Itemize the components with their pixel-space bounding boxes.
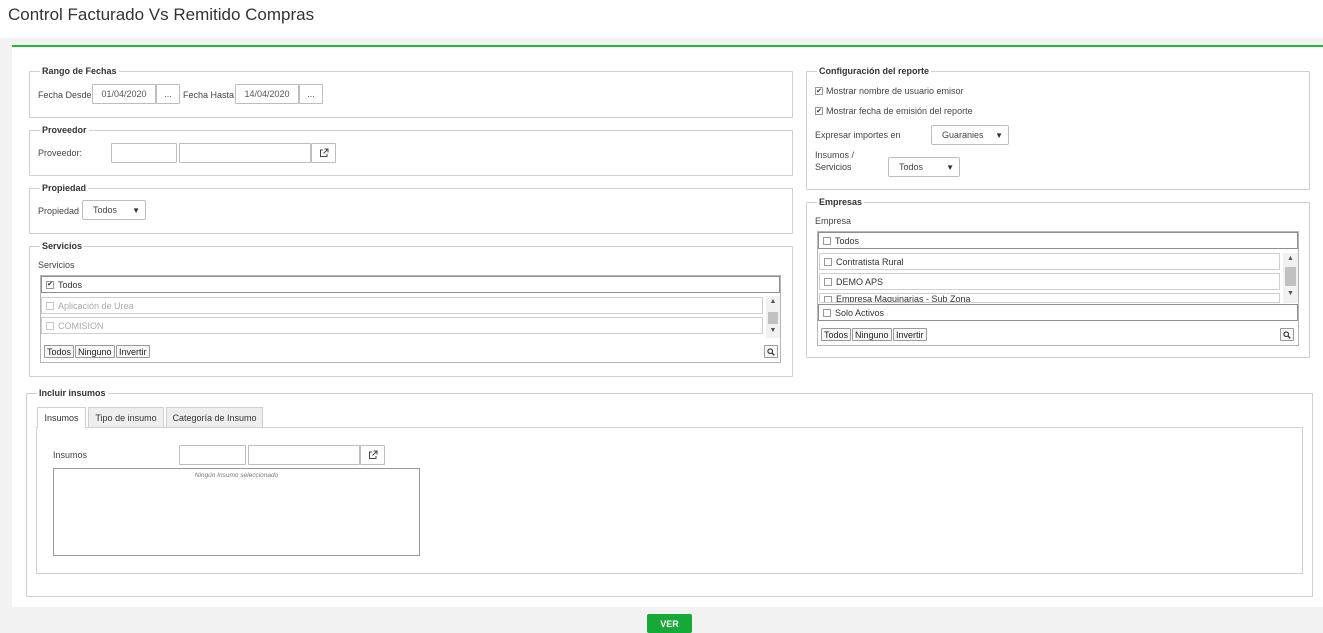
list-item-checkbox[interactable] [46, 301, 54, 310]
fecha-hasta-input[interactable] [235, 84, 299, 104]
servicios-ninguno-button[interactable]: Ninguno [75, 345, 115, 358]
empresas-ninguno-button[interactable]: Ninguno [852, 328, 892, 341]
show-date-option[interactable]: ✔ Mostrar fecha de emisión del reporte [815, 106, 973, 116]
search-icon [1283, 330, 1291, 339]
servicios-invertir-button[interactable]: Invertir [116, 345, 150, 358]
propiedad-label: Propiedad [38, 206, 80, 216]
config-legend: Configuración del reporte [819, 66, 930, 76]
proveedor-name-input[interactable] [179, 143, 311, 163]
list-item[interactable]: Aplicación de Urea [41, 297, 763, 314]
tab-tipo-de-insumo[interactable]: Tipo de insumo [88, 407, 164, 427]
insumos-servicios-select-value: Todos [899, 162, 924, 172]
external-link-icon [368, 450, 377, 459]
empresas-select-all-label: Todos [835, 235, 860, 246]
show-date-checkbox[interactable]: ✔ [815, 107, 823, 115]
proveedor-lookup-button[interactable] [311, 143, 336, 163]
servicios-search-button[interactable] [764, 345, 778, 358]
solo-activos-label: Solo Activos [835, 307, 885, 318]
caret-down-icon: ▼ [132, 205, 140, 215]
empresas-select-all-checkbox[interactable] [823, 236, 831, 245]
caret-down-icon: ▼ [946, 162, 954, 172]
insumo-name-input[interactable] [248, 445, 360, 465]
ver-button[interactable]: VER [647, 614, 692, 633]
fecha-hasta-picker-button[interactable]: ... [299, 84, 323, 104]
servicios-legend: Servicios [42, 241, 83, 251]
empresas-legend: Empresas [819, 197, 863, 207]
proveedor-label: Proveedor: [38, 148, 83, 158]
solo-activos-checkbox[interactable] [823, 308, 831, 317]
servicios-scrollbar[interactable]: ▲ ▼ [766, 296, 780, 338]
tab-categoria-de-insumo[interactable]: Categoría de Insumo [166, 407, 263, 427]
search-icon [767, 347, 775, 356]
empresas-select-all-row[interactable]: Todos [818, 232, 1298, 249]
insumo-lookup-button[interactable] [360, 445, 385, 465]
fecha-hasta-label: Fecha Hasta [183, 90, 235, 100]
propiedad-select-value: Todos [93, 205, 118, 215]
propiedad-legend: Propiedad [42, 183, 87, 193]
list-item-label: DEMO APS [836, 276, 884, 287]
empresas-invertir-button[interactable]: Invertir [893, 328, 927, 341]
list-item-checkbox[interactable] [824, 277, 832, 286]
external-link-icon [319, 148, 328, 157]
list-item[interactable]: DEMO APS [819, 273, 1280, 290]
proveedor-legend: Proveedor [42, 125, 87, 135]
scroll-up-icon[interactable]: ▲ [766, 298, 780, 306]
scrollbar-thumb[interactable] [768, 312, 778, 324]
list-item[interactable]: Empresa Maquinarias - Sub Zona [819, 293, 1280, 303]
list-item-checkbox[interactable] [46, 321, 54, 330]
insumos-empty-text: Ningún Insumo seleccionado [194, 472, 279, 479]
servicios-todos-button[interactable]: Todos [44, 345, 75, 358]
empresas-search-button[interactable] [1280, 328, 1294, 341]
show-user-option[interactable]: ✔ Mostrar nombre de usuario emisor [815, 86, 964, 96]
list-item-label: Contratista Rural [836, 256, 904, 267]
importes-select[interactable]: Guaranies ▼ [931, 125, 1009, 145]
fecha-desde-label: Fecha Desde [38, 90, 92, 100]
caret-down-icon: ▼ [995, 130, 1003, 140]
servicios-select-all-checkbox[interactable]: ✔ [46, 280, 54, 289]
servicios-label: Servicios [38, 260, 75, 270]
insumos-servicios-select[interactable]: Todos ▼ [888, 157, 960, 177]
empresa-label: Empresa [815, 216, 852, 226]
list-item-label: Aplicación de Urea [58, 300, 134, 311]
scroll-down-icon[interactable]: ▼ [1283, 290, 1298, 298]
list-item-checkbox[interactable] [824, 257, 832, 266]
servicios-select-all-row[interactable]: ✔ Todos [41, 276, 780, 293]
empresas-todos-button[interactable]: Todos [821, 328, 852, 341]
fecha-desde-picker-button[interactable]: ... [156, 84, 180, 104]
scroll-down-icon[interactable]: ▼ [766, 327, 780, 335]
list-item-checkbox[interactable] [824, 296, 832, 302]
page-title: Control Facturado Vs Remitido Compras [8, 5, 315, 24]
show-date-label: Mostrar fecha de emisión del reporte [826, 106, 973, 116]
insumos-legend: Incluir insumos [39, 388, 106, 398]
show-user-label: Mostrar nombre de usuario emisor [826, 86, 964, 96]
fecha-desde-input[interactable] [92, 84, 156, 104]
importes-select-value: Guaranies [942, 130, 984, 140]
show-user-checkbox[interactable]: ✔ [815, 87, 823, 95]
scrollbar-thumb[interactable] [1285, 267, 1296, 286]
propiedad-select[interactable]: Todos ▼ [82, 200, 146, 220]
insumo-code-input[interactable] [179, 445, 246, 465]
proveedor-code-input[interactable] [111, 143, 177, 163]
servicios-select-all-label: Todos [58, 279, 83, 290]
insumos-servicios-label-line2: Servicios [815, 162, 852, 172]
list-item[interactable]: Contratista Rural [819, 253, 1280, 270]
insumos-selected-list[interactable]: Ningún Insumo seleccionado [53, 468, 420, 556]
solo-activos-row[interactable]: Solo Activos [818, 304, 1298, 321]
fechas-legend: Rango de Fechas [42, 66, 117, 76]
tab-insumos[interactable]: Insumos [37, 407, 86, 428]
insumos-field-label: Insumos [53, 450, 88, 460]
scroll-up-icon[interactable]: ▲ [1283, 255, 1298, 263]
importes-label: Expresar importes en [815, 130, 901, 140]
list-item-label: COMISION [58, 320, 104, 331]
config-fieldset: Configuración del reporte [806, 66, 1310, 190]
list-item[interactable]: COMISION [41, 317, 763, 334]
empresas-scrollbar[interactable]: ▲ ▼ [1283, 253, 1298, 303]
insumos-servicios-label-line1: Insumos / [815, 150, 855, 160]
list-item-label: Empresa Maquinarias - Sub Zona [836, 294, 971, 303]
